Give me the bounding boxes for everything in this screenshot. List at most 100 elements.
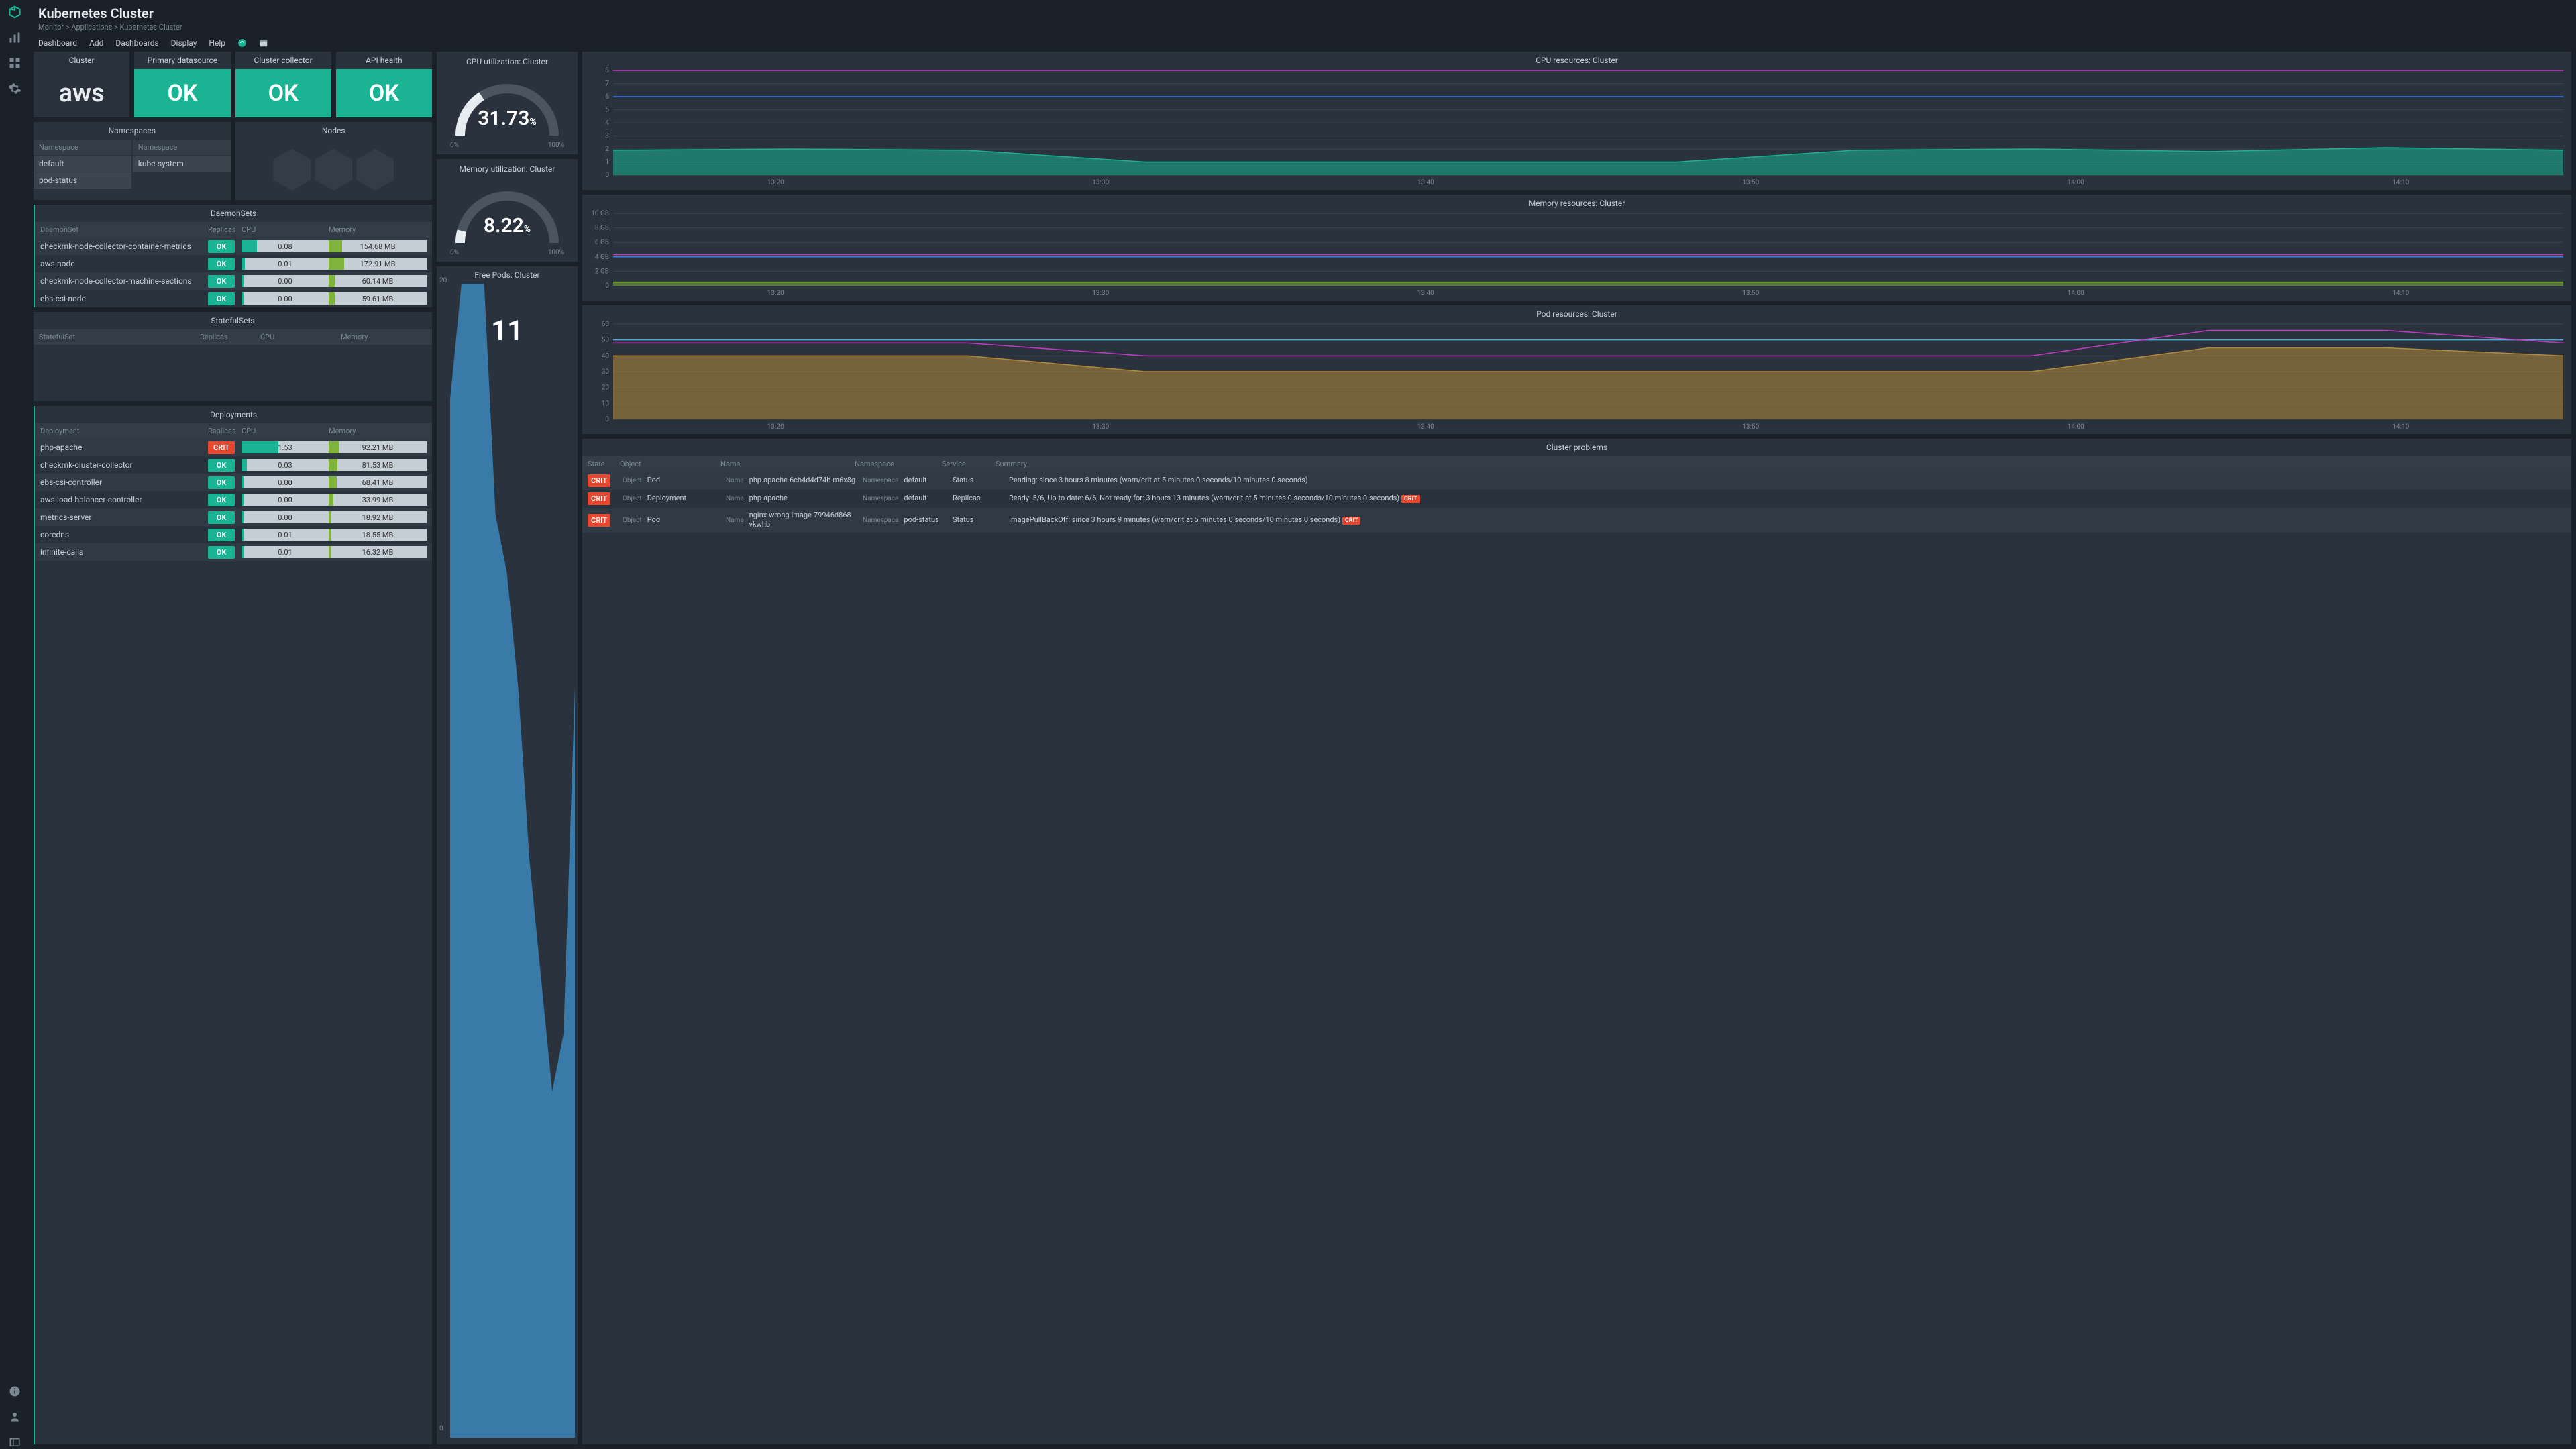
status-badge: OK xyxy=(208,546,235,559)
svg-text:4: 4 xyxy=(605,119,609,127)
status-badge: OK xyxy=(208,275,235,288)
svg-text:13:30: 13:30 xyxy=(1092,423,1109,431)
state-badge: CRIT xyxy=(588,492,610,505)
menu-add[interactable]: Add xyxy=(89,38,103,48)
svg-text:13:50: 13:50 xyxy=(1742,290,1759,297)
nodes-panel: Nodes xyxy=(235,122,433,200)
table-row[interactable]: php-apache CRIT 1.53 92.21 MB xyxy=(35,439,432,456)
statefulsets-panel: StatefulSets StatefulSet Replicas CPU Me… xyxy=(34,312,432,401)
cpu-bar: 0.03 xyxy=(241,459,329,471)
row-name: ebs-csi-node xyxy=(40,294,208,303)
svg-text:5: 5 xyxy=(605,107,609,114)
page-header: Kubernetes Cluster Monitor > Application… xyxy=(29,0,2576,34)
namespace-item[interactable]: kube-system xyxy=(133,156,231,172)
cpu-bar: 0.08 xyxy=(241,240,329,252)
refresh-icon[interactable] xyxy=(237,38,247,48)
svg-text:8 GB: 8 GB xyxy=(595,225,609,232)
svg-text:14:00: 14:00 xyxy=(2068,423,2084,431)
svg-text:6 GB: 6 GB xyxy=(595,239,609,246)
table-row[interactable]: ebs-csi-node OK 0.00 59.61 MB xyxy=(35,290,432,307)
table-row[interactable]: ebs-csi-controller OK 0.00 68.41 MB xyxy=(35,474,432,491)
page-title: Kubernetes Cluster xyxy=(38,5,2567,21)
table-row[interactable]: metrics-server OK 0.00 18.92 MB xyxy=(35,508,432,526)
cpu-bar: 0.01 xyxy=(241,258,329,270)
namespace-item[interactable]: pod-status xyxy=(34,172,131,189)
settings-icon[interactable] xyxy=(8,82,21,95)
svg-text:13:40: 13:40 xyxy=(1417,179,1434,186)
table-row[interactable]: infinite-calls OK 0.01 16.32 MB xyxy=(35,543,432,561)
svg-text:40: 40 xyxy=(602,352,610,360)
cpu-resources-chart: CPU resources: Cluster 01234567813:2013:… xyxy=(582,52,2571,190)
row-name: infinite-calls xyxy=(40,547,208,557)
svg-text:14:00: 14:00 xyxy=(2068,290,2084,297)
table-row[interactable]: coredns OK 0.01 18.55 MB xyxy=(35,526,432,543)
table-row[interactable]: aws-node OK 0.01 172.91 MB xyxy=(35,255,432,272)
memory-resources-chart: Memory resources: Cluster 02 GB4 GB6 GB8… xyxy=(582,195,2571,301)
menu-dashboard[interactable]: Dashboard xyxy=(38,38,77,48)
logo-icon[interactable] xyxy=(8,5,21,19)
cpu-bar: 0.01 xyxy=(241,546,329,558)
status-badge: OK xyxy=(208,258,235,270)
svg-text:1: 1 xyxy=(605,159,609,166)
node-hex-icon[interactable] xyxy=(273,149,311,191)
problem-row[interactable]: CRIT ObjectPod Namenginx-wrong-image-799… xyxy=(582,508,2571,533)
breadcrumb[interactable]: Monitor > Applications > Kubernetes Clus… xyxy=(38,23,2567,32)
cpu-bar: 0.00 xyxy=(241,292,329,305)
problem-row[interactable]: CRIT ObjectPod Namephp-apache-6cb4d4d74b… xyxy=(582,472,2571,490)
memory-bar: 172.91 MB xyxy=(329,258,427,270)
svg-text:20: 20 xyxy=(602,384,610,392)
table-row[interactable]: aws-load-balancer-controller OK 0.00 33.… xyxy=(35,491,432,508)
memory-bar: 59.61 MB xyxy=(329,292,427,305)
calendar-icon[interactable] xyxy=(259,38,268,48)
cpu-bar: 0.00 xyxy=(241,511,329,523)
cpu-bar: 0.00 xyxy=(241,275,329,287)
info-icon[interactable] xyxy=(8,1385,21,1398)
svg-text:3: 3 xyxy=(605,133,609,140)
row-name: checkmk-cluster-collector xyxy=(40,460,208,470)
svg-text:60: 60 xyxy=(602,321,610,328)
row-name: metrics-server xyxy=(40,513,208,522)
svg-text:0: 0 xyxy=(605,416,609,423)
api-health-card: API health OK xyxy=(336,52,432,117)
cpu-gauge: CPU utilization: Cluster 31.73% 0%100% xyxy=(437,52,578,154)
node-hex-icon[interactable] xyxy=(315,149,352,191)
status-badge: OK xyxy=(208,240,235,253)
row-name: coredns xyxy=(40,530,208,539)
menu-help[interactable]: Help xyxy=(209,38,225,48)
status-badge: OK xyxy=(208,494,235,506)
cluster-card: Cluster aws xyxy=(34,52,129,117)
menu-dashboards[interactable]: Dashboards xyxy=(115,38,158,48)
svg-text:13:50: 13:50 xyxy=(1742,179,1759,186)
menu-display[interactable]: Display xyxy=(171,38,197,48)
svg-text:0: 0 xyxy=(605,282,609,290)
svg-text:2 GB: 2 GB xyxy=(595,268,609,275)
cpu-bar: 0.00 xyxy=(241,494,329,506)
svg-text:14:10: 14:10 xyxy=(2392,423,2409,431)
primary-ds-card: Primary datasource OK xyxy=(134,52,230,117)
state-badge: CRIT xyxy=(588,514,610,527)
status-badge: OK xyxy=(208,292,235,305)
row-name: php-apache xyxy=(40,443,208,452)
row-name: checkmk-node-collector-container-metrics xyxy=(40,241,208,251)
memory-bar: 60.14 MB xyxy=(329,275,427,287)
svg-text:7: 7 xyxy=(605,80,609,88)
problem-row[interactable]: CRIT ObjectDeployment Namephp-apache Nam… xyxy=(582,490,2571,508)
node-hex-icon[interactable] xyxy=(356,149,394,191)
svg-text:50: 50 xyxy=(602,337,610,344)
namespace-item[interactable]: default xyxy=(34,156,131,172)
table-row[interactable]: checkmk-cluster-collector OK 0.03 81.53 … xyxy=(35,456,432,474)
svg-text:13:30: 13:30 xyxy=(1092,290,1109,297)
row-name: aws-load-balancer-controller xyxy=(40,495,208,504)
user-icon[interactable] xyxy=(8,1410,21,1424)
svg-text:13:40: 13:40 xyxy=(1417,290,1434,297)
monitor-icon[interactable] xyxy=(8,31,21,44)
svg-text:10 GB: 10 GB xyxy=(591,210,609,217)
cpu-bar: 1.53 xyxy=(241,441,329,453)
apps-icon[interactable] xyxy=(8,56,21,70)
namespaces-panel: Namespaces Namespace default pod-status … xyxy=(34,122,231,200)
sidebar-toggle-icon[interactable] xyxy=(8,1436,21,1449)
table-row[interactable]: checkmk-node-collector-container-metrics… xyxy=(35,237,432,255)
table-row[interactable]: checkmk-node-collector-machine-sections … xyxy=(35,272,432,290)
cluster-value: aws xyxy=(34,69,129,117)
svg-text:13:50: 13:50 xyxy=(1742,423,1759,431)
